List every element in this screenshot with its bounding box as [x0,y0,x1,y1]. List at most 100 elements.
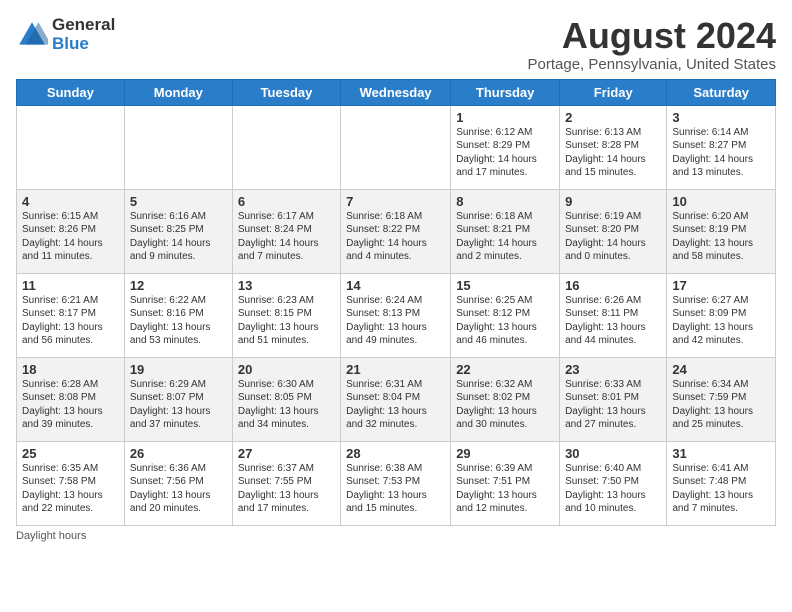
table-cell: 16Sunrise: 6:26 AM Sunset: 8:11 PM Dayli… [560,273,667,357]
day-info: Sunrise: 6:18 AM Sunset: 8:22 PM Dayligh… [346,210,445,264]
day-info: Sunrise: 6:12 AM Sunset: 8:29 PM Dayligh… [456,126,554,180]
table-cell: 18Sunrise: 6:28 AM Sunset: 8:08 PM Dayli… [17,357,125,441]
table-cell: 25Sunrise: 6:35 AM Sunset: 7:58 PM Dayli… [17,441,125,525]
day-info: Sunrise: 6:40 AM Sunset: 7:50 PM Dayligh… [565,462,661,516]
day-number: 10 [672,194,770,209]
table-cell: 12Sunrise: 6:22 AM Sunset: 8:16 PM Dayli… [124,273,232,357]
table-cell: 30Sunrise: 6:40 AM Sunset: 7:50 PM Dayli… [560,441,667,525]
table-cell: 19Sunrise: 6:29 AM Sunset: 8:07 PM Dayli… [124,357,232,441]
table-cell [124,105,232,189]
header: General Blue August 2024 Portage, Pennsy… [16,16,776,73]
day-info: Sunrise: 6:31 AM Sunset: 8:04 PM Dayligh… [346,378,445,432]
table-cell: 9Sunrise: 6:19 AM Sunset: 8:20 PM Daylig… [560,189,667,273]
day-number: 17 [672,278,770,293]
day-number: 23 [565,362,661,377]
day-number: 3 [672,110,770,125]
day-info: Sunrise: 6:41 AM Sunset: 7:48 PM Dayligh… [672,462,770,516]
title-block: August 2024 Portage, Pennsylvania, Unite… [528,16,776,73]
table-cell: 24Sunrise: 6:34 AM Sunset: 7:59 PM Dayli… [667,357,776,441]
day-info: Sunrise: 6:35 AM Sunset: 7:58 PM Dayligh… [22,462,119,516]
logo-text: General Blue [52,16,115,53]
day-info: Sunrise: 6:26 AM Sunset: 8:11 PM Dayligh… [565,294,661,348]
calendar-week-row: 25Sunrise: 6:35 AM Sunset: 7:58 PM Dayli… [17,441,776,525]
day-number: 16 [565,278,661,293]
month-year: August 2024 [528,16,776,56]
table-cell: 28Sunrise: 6:38 AM Sunset: 7:53 PM Dayli… [341,441,451,525]
day-info: Sunrise: 6:21 AM Sunset: 8:17 PM Dayligh… [22,294,119,348]
day-number: 18 [22,362,119,377]
table-cell [341,105,451,189]
col-friday: Friday [560,79,667,105]
col-wednesday: Wednesday [341,79,451,105]
day-number: 30 [565,446,661,461]
table-cell: 27Sunrise: 6:37 AM Sunset: 7:55 PM Dayli… [232,441,340,525]
calendar-header-row: Sunday Monday Tuesday Wednesday Thursday… [17,79,776,105]
col-saturday: Saturday [667,79,776,105]
day-number: 2 [565,110,661,125]
day-info: Sunrise: 6:15 AM Sunset: 8:26 PM Dayligh… [22,210,119,264]
day-number: 21 [346,362,445,377]
table-cell: 4Sunrise: 6:15 AM Sunset: 8:26 PM Daylig… [17,189,125,273]
day-info: Sunrise: 6:25 AM Sunset: 8:12 PM Dayligh… [456,294,554,348]
day-number: 20 [238,362,335,377]
day-number: 5 [130,194,227,209]
col-sunday: Sunday [17,79,125,105]
day-number: 11 [22,278,119,293]
table-cell [232,105,340,189]
col-tuesday: Tuesday [232,79,340,105]
day-info: Sunrise: 6:39 AM Sunset: 7:51 PM Dayligh… [456,462,554,516]
col-thursday: Thursday [451,79,560,105]
day-number: 1 [456,110,554,125]
table-cell: 20Sunrise: 6:30 AM Sunset: 8:05 PM Dayli… [232,357,340,441]
day-number: 24 [672,362,770,377]
logo: General Blue [16,16,115,53]
calendar-table: Sunday Monday Tuesday Wednesday Thursday… [16,79,776,526]
day-info: Sunrise: 6:13 AM Sunset: 8:28 PM Dayligh… [565,126,661,180]
day-number: 8 [456,194,554,209]
calendar-week-row: 11Sunrise: 6:21 AM Sunset: 8:17 PM Dayli… [17,273,776,357]
table-cell: 14Sunrise: 6:24 AM Sunset: 8:13 PM Dayli… [341,273,451,357]
day-info: Sunrise: 6:36 AM Sunset: 7:56 PM Dayligh… [130,462,227,516]
day-info: Sunrise: 6:28 AM Sunset: 8:08 PM Dayligh… [22,378,119,432]
calendar-week-row: 1Sunrise: 6:12 AM Sunset: 8:29 PM Daylig… [17,105,776,189]
table-cell: 6Sunrise: 6:17 AM Sunset: 8:24 PM Daylig… [232,189,340,273]
location: Portage, Pennsylvania, United States [528,56,776,73]
day-number: 14 [346,278,445,293]
calendar-week-row: 4Sunrise: 6:15 AM Sunset: 8:26 PM Daylig… [17,189,776,273]
col-monday: Monday [124,79,232,105]
day-number: 27 [238,446,335,461]
table-cell: 22Sunrise: 6:32 AM Sunset: 8:02 PM Dayli… [451,357,560,441]
day-number: 28 [346,446,445,461]
day-info: Sunrise: 6:24 AM Sunset: 8:13 PM Dayligh… [346,294,445,348]
table-cell: 3Sunrise: 6:14 AM Sunset: 8:27 PM Daylig… [667,105,776,189]
table-cell: 23Sunrise: 6:33 AM Sunset: 8:01 PM Dayli… [560,357,667,441]
day-info: Sunrise: 6:29 AM Sunset: 8:07 PM Dayligh… [130,378,227,432]
day-number: 26 [130,446,227,461]
day-info: Sunrise: 6:37 AM Sunset: 7:55 PM Dayligh… [238,462,335,516]
day-info: Sunrise: 6:23 AM Sunset: 8:15 PM Dayligh… [238,294,335,348]
day-number: 31 [672,446,770,461]
day-number: 25 [22,446,119,461]
day-info: Sunrise: 6:33 AM Sunset: 8:01 PM Dayligh… [565,378,661,432]
table-cell: 21Sunrise: 6:31 AM Sunset: 8:04 PM Dayli… [341,357,451,441]
table-cell: 31Sunrise: 6:41 AM Sunset: 7:48 PM Dayli… [667,441,776,525]
day-info: Sunrise: 6:27 AM Sunset: 8:09 PM Dayligh… [672,294,770,348]
table-cell: 8Sunrise: 6:18 AM Sunset: 8:21 PM Daylig… [451,189,560,273]
day-number: 15 [456,278,554,293]
day-info: Sunrise: 6:30 AM Sunset: 8:05 PM Dayligh… [238,378,335,432]
table-cell: 15Sunrise: 6:25 AM Sunset: 8:12 PM Dayli… [451,273,560,357]
day-info: Sunrise: 6:19 AM Sunset: 8:20 PM Dayligh… [565,210,661,264]
footer-note: Daylight hours [16,530,776,542]
day-info: Sunrise: 6:22 AM Sunset: 8:16 PM Dayligh… [130,294,227,348]
table-cell: 26Sunrise: 6:36 AM Sunset: 7:56 PM Dayli… [124,441,232,525]
table-cell: 7Sunrise: 6:18 AM Sunset: 8:22 PM Daylig… [341,189,451,273]
day-info: Sunrise: 6:14 AM Sunset: 8:27 PM Dayligh… [672,126,770,180]
logo-icon [16,19,48,51]
day-number: 7 [346,194,445,209]
day-info: Sunrise: 6:34 AM Sunset: 7:59 PM Dayligh… [672,378,770,432]
day-number: 6 [238,194,335,209]
day-info: Sunrise: 6:16 AM Sunset: 8:25 PM Dayligh… [130,210,227,264]
day-number: 22 [456,362,554,377]
calendar-week-row: 18Sunrise: 6:28 AM Sunset: 8:08 PM Dayli… [17,357,776,441]
page: General Blue August 2024 Portage, Pennsy… [0,0,792,550]
